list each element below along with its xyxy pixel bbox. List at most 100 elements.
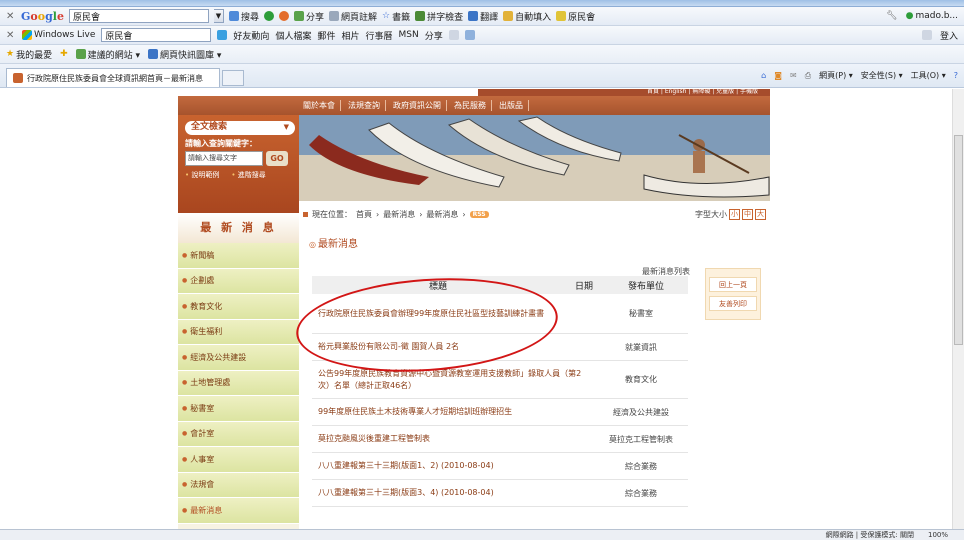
table-row: 八八重建報第三十三期(版面1、2) (2010-08-04) 綜合業務 [312, 453, 688, 480]
news-title-link[interactable]: 裕元興業股份有限公司-徵 園賀人員 2名 [312, 338, 594, 356]
sidebar-item-latest[interactable]: 最新消息 [178, 498, 299, 524]
window-titlebar [0, 0, 964, 7]
highlighter-icon [556, 11, 567, 21]
utility-nav[interactable]: 首頁 | English | 無障礙 | 兒童版 | 手機版 [478, 89, 770, 96]
account-menu[interactable]: ● mado.b... [906, 11, 958, 21]
nav-gov-info[interactable]: 政府資訊公開 [388, 100, 447, 111]
favorites-button[interactable]: ★ 我的最愛 [6, 48, 52, 61]
bookmark-star-icon[interactable] [279, 11, 289, 21]
tab-row: 行政院原住民族委員會全球資訊網首頁－最新消息 ⌂ ◙ ✉ ⎙ 網頁(P) ▾ 安… [0, 64, 964, 88]
toolbar2-link[interactable]: 好友動向 [233, 29, 269, 42]
help-icon[interactable]: ? [954, 71, 958, 80]
tab-current[interactable]: 行政院原住民族委員會全球資訊網首頁－最新消息 [6, 67, 220, 87]
breadcrumb-home[interactable]: 首頁 [356, 209, 372, 220]
main-nav: 關於本會 法規查詢 政府資訊公開 為民服務 出版品 [178, 96, 770, 115]
sidebar-item-education[interactable]: 教育文化 [178, 294, 299, 320]
star-icon: ★ [6, 49, 15, 59]
toolbar-translate-button[interactable]: 翻譯 [468, 10, 498, 23]
advanced-search-link[interactable]: 進階搜尋 [231, 170, 266, 180]
news-table: 標題 日期 發布單位 行政院原住民族委員會辦理99年度原住民社區型技藝訓練計畫書… [312, 276, 688, 507]
fulltext-search-panel: 全文檢索▼ 請輸入查詢關鍵字： 請輸入搜尋文字 GO 說明範例 進階搜尋 [178, 115, 299, 213]
news-title-link[interactable]: 八八重建報第三十三期(版面3、4) (2010-08-04) [312, 484, 594, 502]
tools-menu[interactable]: 工具(O) ▾ [911, 70, 946, 81]
toolbar-autofill-button[interactable]: 自動填入 [503, 10, 551, 23]
nav-regulations[interactable]: 法規查詢 [343, 100, 386, 111]
scrollbar-thumb[interactable] [954, 135, 963, 345]
table-row: 99年度原住民族土木技術專業人才短期培訓班辦理招生 經濟及公共建設 [312, 399, 688, 426]
keyword-input[interactable]: 請輸入搜尋文字 [185, 151, 263, 166]
signin-link[interactable]: 登入 [940, 29, 958, 42]
font-large-button[interactable]: 大 [755, 208, 766, 220]
security-zone[interactable]: 網際網路 | 受保護模式: 關閉 [826, 530, 914, 540]
print-icon[interactable]: ⎙ [805, 71, 811, 81]
home-icon[interactable]: ⌂ [761, 71, 766, 80]
back-button[interactable]: 回上一頁 [709, 277, 757, 292]
rss-badge[interactable]: RSS [469, 210, 489, 218]
web-slice-gallery-link[interactable]: 網頁快訊圖庫 ▾ [148, 48, 221, 61]
search-icon [228, 11, 239, 21]
wrench-icon[interactable]: 🔧︎ [886, 11, 897, 21]
toolbar-share-button[interactable]: 分享 [294, 10, 324, 23]
live-search-input[interactable]: 原民會 [101, 28, 212, 42]
windows-live-brand: Windows Live [22, 30, 95, 40]
add-favorite-button[interactable]: ✚ [60, 49, 68, 59]
table-header: 標題 日期 發布單位 [312, 276, 688, 294]
news-title-link[interactable]: 八八重建報第三十三期(版面1、2) (2010-08-04) [312, 457, 594, 475]
font-medium-button[interactable]: 中 [742, 208, 753, 220]
globe-icon[interactable] [264, 11, 274, 21]
sidebar-item-health[interactable]: 衛生福利 [178, 319, 299, 345]
search-help-link[interactable]: 說明範例 [185, 170, 219, 180]
vertical-scrollbar[interactable] [952, 89, 964, 529]
toolbar-annotation-button[interactable]: 網頁註解 [329, 10, 377, 23]
toolbar-highlight-button[interactable]: 原民會 [556, 10, 595, 23]
news-title-link[interactable]: 公告99年度原民族教育資源中心暨資源教室運用支援教師」錄取人員（第2次）名單（總… [312, 365, 594, 395]
sidebar-item-planning[interactable]: 企劃處 [178, 268, 299, 294]
sidebar-item-accounting[interactable]: 會計室 [178, 421, 299, 447]
toolbar2-link[interactable]: 郵件 [317, 29, 335, 42]
close-toolbar-icon[interactable]: ✕ [6, 30, 16, 41]
mail-read-icon[interactable]: ✉ [790, 71, 797, 80]
rss-feed-icon[interactable]: ◙ [774, 71, 782, 80]
toolbar2-link[interactable]: 行事曆 [365, 29, 392, 42]
toolbar2-link[interactable]: 相片 [341, 29, 359, 42]
toolbar-bookmarks-button[interactable]: ☆ 書籤 [382, 10, 410, 23]
nav-services[interactable]: 為民服務 [449, 100, 492, 111]
breadcrumb: 現在位置： 首頁 › 最新消息 › 最新消息 › RSS 字型大小 小 中 大 [299, 201, 770, 227]
breadcrumb-latest[interactable]: 最新消息 [383, 209, 415, 220]
sidebar-item-personnel[interactable]: 人事室 [178, 447, 299, 473]
nav-about[interactable]: 關於本會 [298, 100, 341, 111]
close-toolbar-icon[interactable]: ✕ [6, 11, 16, 22]
table-row: 裕元興業股份有限公司-徵 園賀人員 2名 就業資訊 [312, 334, 688, 361]
toolbar2-link[interactable]: 個人檔案 [275, 29, 311, 42]
toolbar-spellcheck-button[interactable]: 拼字檢查 [415, 10, 463, 23]
sidebar-item-press[interactable]: 新聞稿 [178, 243, 299, 269]
news-title-link[interactable]: 99年度原住民族土木技術專業人才短期培訓班辦理招生 [312, 403, 594, 421]
zoom-level[interactable]: 100% [928, 531, 948, 539]
font-small-button[interactable]: 小 [729, 208, 740, 220]
new-tab-button[interactable] [222, 69, 244, 86]
search-type-select[interactable]: 全文檢索 ▼ [185, 121, 295, 135]
toolbar2-link[interactable]: MSN [399, 30, 419, 40]
sidebar-item-secretariat[interactable]: 秘書室 [178, 396, 299, 422]
site-container: 首頁 | English | 無障礙 | 兒童版 | 手機版 關於本會 法規查詢… [178, 89, 770, 529]
nav-publications[interactable]: 出版品 [494, 100, 529, 111]
safety-menu[interactable]: 安全性(S) ▾ [861, 70, 903, 81]
sidebar-item-land[interactable]: 土地管理處 [178, 370, 299, 396]
toolbar2-link[interactable]: 分享 [425, 29, 443, 42]
sidebar-item-legal[interactable]: 法規會 [178, 472, 299, 498]
search-go-icon[interactable] [217, 30, 228, 40]
breadcrumb-current[interactable]: 最新消息 [426, 209, 458, 220]
news-title-link[interactable]: 行政院原住民族委員會辦理99年度原住民社區型技藝訓練計畫書 [312, 305, 594, 323]
news-title-link[interactable]: 莫拉克颱風災後重建工程管制表 [312, 430, 594, 448]
google-search-input[interactable]: 原民會 [68, 9, 209, 23]
go-button[interactable]: GO [266, 151, 288, 166]
mail-icon[interactable] [448, 30, 459, 40]
chevron-down-icon[interactable]: ▼ [213, 9, 224, 23]
suggested-sites-link[interactable]: 建議的網站 ▾ [75, 48, 140, 61]
print-friendly-button[interactable]: 友善列印 [709, 296, 757, 311]
page-menu[interactable]: 網頁(P) ▾ [819, 70, 853, 81]
settings-icon[interactable] [921, 30, 932, 40]
toolbar-search-button[interactable]: 搜尋 [228, 10, 259, 23]
people-icon[interactable] [464, 30, 475, 40]
sidebar-item-economy[interactable]: 經濟及公共建設 [178, 345, 299, 371]
